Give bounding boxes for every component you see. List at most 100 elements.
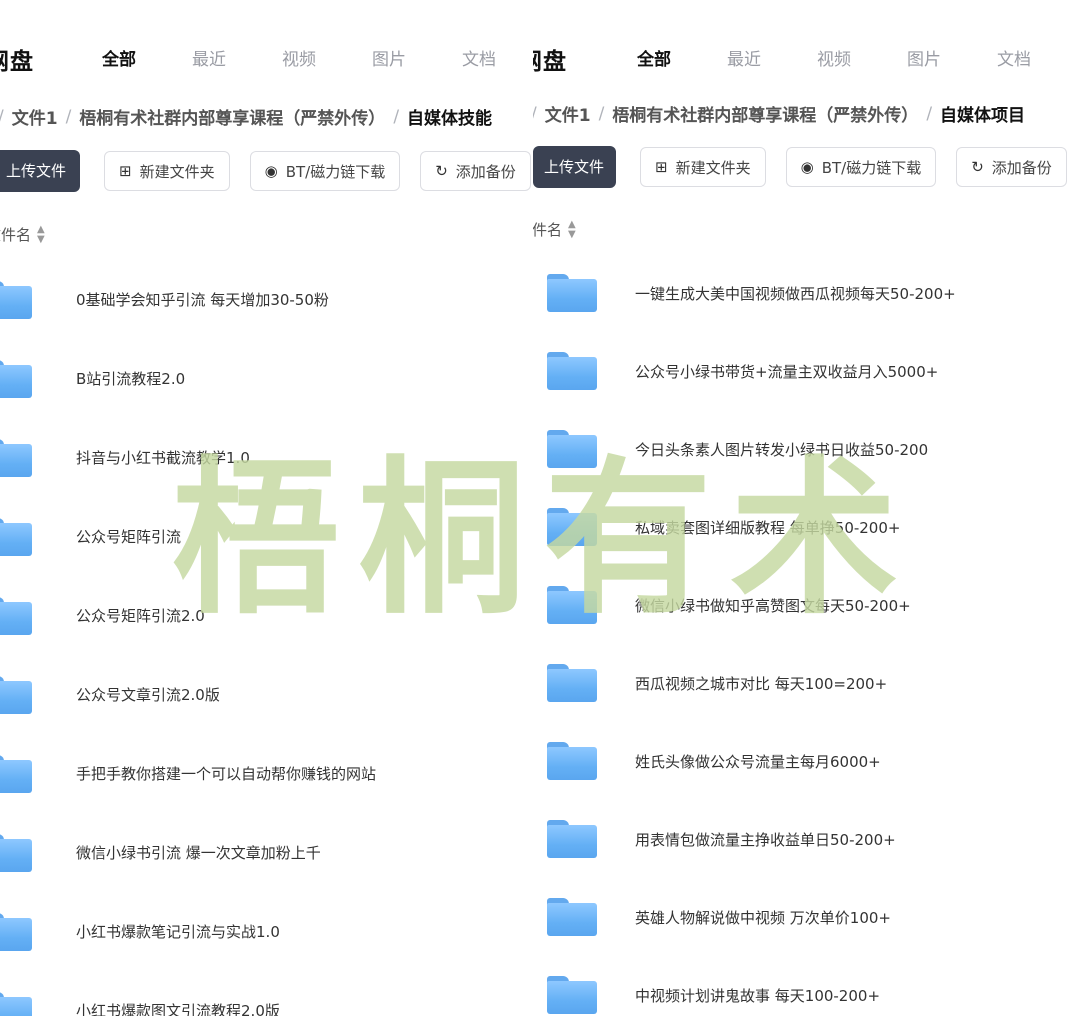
list-item[interactable]: 公众号文章引流2.0版 bbox=[0, 655, 376, 734]
folder-icon bbox=[0, 991, 32, 1016]
folder-icon bbox=[547, 586, 597, 624]
list-item[interactable]: 用表情包做流量主挣收益单日50-200+ bbox=[533, 800, 956, 878]
nav-tabs: 全部 最近 视频 图片 文档 bbox=[102, 45, 533, 70]
bt-download-button[interactable]: ◉ BT/磁力链下载 bbox=[249, 151, 401, 191]
file-name[interactable]: 小红书爆款图文引流教程2.0版 bbox=[76, 1000, 280, 1016]
folder-icon bbox=[0, 359, 32, 398]
new-folder-button[interactable]: ⊞ 新建文件夹 bbox=[640, 147, 766, 187]
file-name[interactable]: 私域卖套图详细版教程 每单挣50-200+ bbox=[635, 517, 900, 538]
breadcrumb-current: 自媒体项目 bbox=[940, 106, 1026, 126]
tab-all[interactable]: 全部 bbox=[637, 45, 727, 70]
folder-icon bbox=[547, 976, 597, 1014]
breadcrumb-separator: / bbox=[533, 104, 537, 124]
sort-icon[interactable]: ▲ ▼ bbox=[568, 219, 576, 240]
breadcrumb: / 文件1 / 梧桐有术社群内部尊享课程（严禁外传） / 自媒体项目 bbox=[533, 101, 1026, 127]
tab-video[interactable]: 视频 bbox=[817, 45, 907, 70]
folder-icon bbox=[547, 742, 597, 780]
file-name[interactable]: 英雄人物解说做中视频 万次单价100+ bbox=[635, 907, 891, 928]
file-name[interactable]: 用表情包做流量主挣收益单日50-200+ bbox=[635, 829, 896, 850]
column-header-label: 文件名 bbox=[0, 226, 32, 244]
folder-icon bbox=[547, 898, 597, 936]
new-folder-icon: ⊞ bbox=[119, 162, 132, 180]
list-item[interactable]: 抖音与小红书截流教学1.0 bbox=[0, 418, 376, 497]
nav-tabs: 全部 最近 视频 图片 文档 bbox=[637, 45, 1080, 70]
folder-icon bbox=[0, 754, 32, 793]
bt-download-button[interactable]: ◉ BT/磁力链下载 bbox=[785, 147, 937, 187]
breadcrumb-separator: / bbox=[926, 103, 933, 124]
breadcrumb-item[interactable]: 梧桐有术社群内部尊享课程（严禁外传） bbox=[612, 101, 918, 126]
sort-icon[interactable]: ▲ ▼ bbox=[37, 224, 45, 245]
list-item[interactable]: 英雄人物解说做中视频 万次单价100+ bbox=[533, 878, 956, 956]
folder-icon bbox=[0, 517, 32, 556]
list-item[interactable]: 私域卖套图详细版教程 每单挣50-200+ bbox=[533, 488, 956, 566]
tab-document[interactable]: 文档 bbox=[462, 45, 533, 70]
column-header-name[interactable]: 文件名 ▲▼ bbox=[0, 224, 45, 245]
tab-all[interactable]: 全部 bbox=[102, 45, 192, 70]
list-item[interactable]: 手把手教你搭建一个可以自动帮你赚钱的网站 bbox=[0, 734, 376, 813]
breadcrumb-item[interactable]: 文件1 bbox=[12, 104, 58, 129]
breadcrumb-item[interactable]: 文件1 bbox=[545, 101, 591, 126]
list-item[interactable]: 今日头条素人图片转发小绿书日收益50-200 bbox=[533, 410, 956, 488]
bt-magnet-icon: ◉ bbox=[264, 162, 278, 180]
bt-download-label: BT/磁力链下载 bbox=[285, 162, 386, 181]
tab-image[interactable]: 图片 bbox=[372, 45, 462, 70]
file-name[interactable]: B站引流教程2.0 bbox=[76, 368, 185, 389]
refresh-icon: ↻ bbox=[971, 158, 984, 176]
file-name[interactable]: 一键生成大美中国视频做西瓜视频每天50-200+ bbox=[635, 283, 956, 304]
file-name[interactable]: 小红书爆款笔记引流与实战1.0 bbox=[76, 921, 280, 942]
breadcrumb-item[interactable]: 梧桐有术社群内部尊享课程（严禁外传） bbox=[79, 104, 385, 129]
add-backup-button[interactable]: ↻ 添加备份 bbox=[956, 147, 1067, 187]
list-item[interactable]: 0基础学会知乎引流 每天增加30-50粉 bbox=[0, 260, 376, 339]
file-name[interactable]: 手把手教你搭建一个可以自动帮你赚钱的网站 bbox=[76, 763, 376, 784]
add-backup-label: 添加备份 bbox=[991, 158, 1052, 177]
file-name[interactable]: 姓氏头像做公众号流量主每月6000+ bbox=[635, 751, 881, 772]
list-item[interactable]: 小红书爆款图文引流教程2.0版 bbox=[0, 971, 376, 1016]
file-name[interactable]: 公众号小绿书带货+流量主双收益月入5000+ bbox=[635, 361, 938, 382]
file-name[interactable]: 微信小绿书引流 爆一次文章加粉上千 bbox=[76, 842, 321, 863]
file-name[interactable]: 中视频计划讲鬼故事 每天100-200+ bbox=[635, 985, 880, 1006]
breadcrumb-separator: / bbox=[65, 106, 72, 127]
list-item[interactable]: 西瓜视频之城市对比 每天100=200+ bbox=[533, 644, 956, 722]
upload-button[interactable]: 上传文件 bbox=[533, 146, 616, 188]
file-name[interactable]: 公众号矩阵引流 bbox=[76, 526, 181, 547]
refresh-icon: ↻ bbox=[435, 162, 448, 180]
file-name[interactable]: 0基础学会知乎引流 每天增加30-50粉 bbox=[76, 289, 329, 310]
tab-image[interactable]: 图片 bbox=[907, 45, 997, 70]
file-list: 0基础学会知乎引流 每天增加30-50粉 B站引流教程2.0 抖音与小红书截流教… bbox=[0, 260, 376, 1016]
folder-icon bbox=[547, 352, 597, 390]
breadcrumb-separator: / bbox=[0, 107, 4, 127]
file-name[interactable]: 西瓜视频之城市对比 每天100=200+ bbox=[635, 673, 887, 694]
file-name[interactable]: 微信小绿书做知乎高赞图文每天50-200+ bbox=[635, 595, 911, 616]
list-item[interactable]: 微信小绿书引流 爆一次文章加粉上千 bbox=[0, 813, 376, 892]
tab-document[interactable]: 文档 bbox=[997, 45, 1080, 70]
tab-video[interactable]: 视频 bbox=[282, 45, 372, 70]
list-item[interactable]: 公众号小绿书带货+流量主双收益月入5000+ bbox=[533, 332, 956, 410]
tab-recent[interactable]: 最近 bbox=[727, 45, 817, 70]
file-name[interactable]: 公众号矩阵引流2.0 bbox=[76, 605, 205, 626]
list-item[interactable]: B站引流教程2.0 bbox=[0, 339, 376, 418]
list-item[interactable]: 一键生成大美中国视频做西瓜视频每天50-200+ bbox=[533, 254, 956, 332]
file-name[interactable]: 抖音与小红书截流教学1.0 bbox=[76, 447, 250, 468]
list-item[interactable]: 微信小绿书做知乎高赞图文每天50-200+ bbox=[533, 566, 956, 644]
add-backup-label: 添加备份 bbox=[455, 162, 516, 181]
left-drive-panel: 网盘 全部 最近 视频 图片 文档 / 文件1 / 梧桐有术社群内部尊享课程（严… bbox=[0, 0, 533, 1016]
list-item[interactable]: 中视频计划讲鬼故事 每天100-200+ bbox=[533, 956, 956, 1016]
new-folder-button[interactable]: ⊞ 新建文件夹 bbox=[104, 151, 230, 191]
file-name[interactable]: 公众号文章引流2.0版 bbox=[76, 684, 220, 705]
folder-icon bbox=[547, 430, 597, 468]
add-backup-button[interactable]: ↻ 添加备份 bbox=[420, 151, 531, 191]
column-header-name[interactable]: 文件名 ▲▼ bbox=[533, 219, 576, 240]
list-item[interactable]: 姓氏头像做公众号流量主每月6000+ bbox=[533, 722, 956, 800]
file-list: 一键生成大美中国视频做西瓜视频每天50-200+ 公众号小绿书带货+流量主双收益… bbox=[533, 254, 956, 1016]
file-name[interactable]: 今日头条素人图片转发小绿书日收益50-200 bbox=[635, 439, 928, 460]
list-item[interactable]: 公众号矩阵引流2.0 bbox=[0, 576, 376, 655]
breadcrumb: / 文件1 / 梧桐有术社群内部尊享课程（严禁外传） / 自媒体技能 bbox=[0, 104, 492, 130]
list-item[interactable]: 公众号矩阵引流 bbox=[0, 497, 376, 576]
tab-recent[interactable]: 最近 bbox=[192, 45, 282, 70]
upload-button[interactable]: 上传文件 bbox=[0, 150, 80, 192]
list-item[interactable]: 小红书爆款笔记引流与实战1.0 bbox=[0, 892, 376, 971]
folder-icon bbox=[547, 820, 597, 858]
folder-icon bbox=[547, 664, 597, 702]
folder-icon bbox=[0, 596, 32, 635]
toolbar: 上传文件 ⊞ 新建文件夹 ◉ BT/磁力链下载 ↻ 添加备份 bbox=[0, 150, 533, 192]
